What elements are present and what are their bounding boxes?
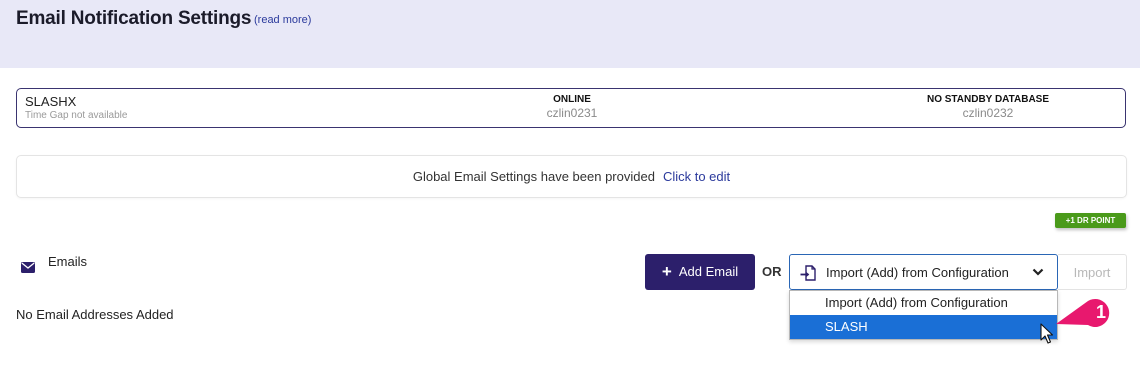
chevron-down-icon — [1032, 268, 1044, 276]
read-more-link[interactable]: (read more) — [254, 14, 311, 26]
import-select-value: Import (Add) from Configuration — [826, 265, 1009, 280]
add-email-button[interactable]: + Add Email — [645, 254, 755, 290]
envelope-icon — [21, 262, 35, 273]
add-email-label: Add Email — [678, 264, 739, 279]
or-label: OR — [762, 264, 782, 279]
database-card: SLASHX Time Gap not available ONLINE czl… — [16, 88, 1126, 128]
global-settings-message: Global Email Settings have been provided — [412, 169, 655, 184]
mouse-pointer-icon — [1040, 323, 1054, 344]
emails-label: Emails — [48, 254, 88, 269]
standby-host: czlin0232 — [962, 106, 1014, 120]
click-to-edit-link[interactable]: Click to edit — [663, 169, 730, 184]
no-emails-message: No Email Addresses Added — [16, 307, 174, 322]
time-gap-text: Time Gap not available — [25, 110, 128, 121]
global-email-settings-text: Global Email Settings have been provided… — [17, 156, 1126, 197]
page-header: Email Notification Settings (read more) — [0, 0, 1140, 68]
import-file-icon — [800, 265, 816, 281]
step-callout-number: 1 — [1095, 302, 1106, 322]
database-name: SLASHX — [25, 94, 77, 109]
import-configuration-select[interactable]: Import (Add) from Configuration — [789, 254, 1058, 290]
primary-status: ONLINE — [553, 94, 591, 105]
standby-column: NO STANDBY DATABASE czlin0232 — [888, 94, 1088, 120]
plus-icon: + — [661, 262, 672, 281]
standby-status: NO STANDBY DATABASE — [926, 94, 1050, 105]
dr-point-badge: +1 DR POINT — [1055, 213, 1126, 228]
import-dropdown-list: Import (Add) from Configuration SLASH — [789, 290, 1058, 340]
primary-host: czlin0231 — [546, 106, 598, 120]
import-button[interactable]: Import — [1058, 254, 1127, 290]
dropdown-option-slash[interactable]: SLASH — [790, 315, 1057, 339]
page-title: Email Notification Settings — [16, 8, 252, 29]
dropdown-option-import-config[interactable]: Import (Add) from Configuration — [790, 291, 1057, 315]
global-email-settings-box: Global Email Settings have been provided… — [16, 155, 1127, 198]
primary-column: ONLINE czlin0231 — [472, 94, 672, 120]
